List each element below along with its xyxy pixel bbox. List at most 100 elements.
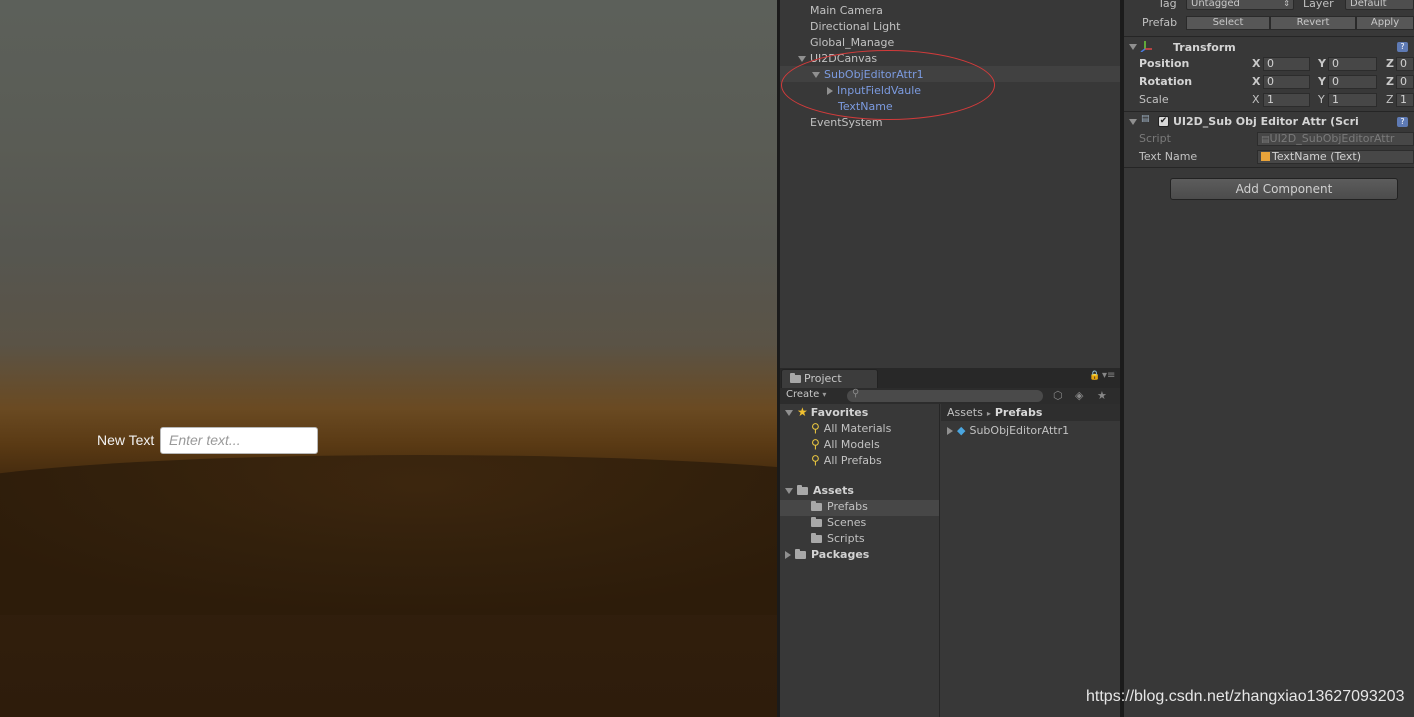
watermark-url: https://blog.csdn.net/zhangxiao136270932… xyxy=(1086,688,1405,705)
script-reference-value: UI2D_SubObjEditorAttr xyxy=(1269,132,1395,145)
expand-arrow-icon[interactable] xyxy=(798,56,806,62)
create-button-label: Create xyxy=(786,389,820,400)
game-input-field[interactable]: Enter text... xyxy=(160,427,318,454)
hierarchy-item-label: SubObjEditorAttr1 xyxy=(824,68,924,81)
hierarchy-item-label: UI2DCanvas xyxy=(810,52,878,65)
position-z-field[interactable]: 0 xyxy=(1396,57,1414,71)
axis-z-label[interactable]: Z xyxy=(1386,93,1394,106)
project-folder-tree: ★ Favorites ⚲ All Materials ⚲ All Models ⚲ A… xyxy=(780,404,940,717)
favorite-star-icon[interactable]: ★ xyxy=(1097,389,1107,402)
game-text-label: New Text xyxy=(97,432,155,448)
axis-y-label[interactable]: Y xyxy=(1318,57,1326,70)
filter-by-type-icon[interactable]: ⬡ xyxy=(1053,389,1063,402)
collapse-arrow-icon[interactable] xyxy=(785,551,791,559)
rotation-label[interactable]: Rotation xyxy=(1139,75,1192,88)
expand-arrow-icon[interactable] xyxy=(785,410,793,416)
hierarchy-item-eventsystem[interactable]: EventSystem xyxy=(810,116,883,129)
transform-title[interactable]: Transform xyxy=(1173,41,1236,54)
hierarchy-item-main-camera[interactable]: Main Camera xyxy=(810,4,883,17)
script-label: Script xyxy=(1139,132,1171,145)
component-enabled-checkbox[interactable]: ✔ xyxy=(1158,116,1169,127)
favorite-all-materials[interactable]: ⚲ All Materials xyxy=(811,421,891,435)
search-icon: ⚲ xyxy=(811,421,820,435)
project-panel: Project 🔒 ▾≡ Create ▾ ⚲ ⬡ ◈ ★ ★ Favorites… xyxy=(780,368,1120,717)
file-item-subobjeditorattr1[interactable]: ◆ SubObjEditorAttr1 xyxy=(947,424,1069,437)
scale-label[interactable]: Scale xyxy=(1139,93,1169,106)
hierarchy-item-directional-light[interactable]: Directional Light xyxy=(810,20,900,33)
rotation-y-field[interactable]: 0 xyxy=(1328,75,1377,89)
expand-arrow-icon[interactable] xyxy=(785,488,793,494)
lock-icon[interactable]: 🔒 xyxy=(1089,371,1100,381)
rotation-x-field[interactable]: 0 xyxy=(1263,75,1310,89)
position-label[interactable]: Position xyxy=(1139,57,1189,70)
breadcrumb-assets[interactable]: Assets xyxy=(947,406,983,419)
collapse-arrow-icon[interactable] xyxy=(827,87,833,95)
folder-scenes[interactable]: Scenes xyxy=(811,516,866,529)
help-book-icon[interactable]: ? xyxy=(1397,42,1408,52)
filter-by-label-icon[interactable]: ◈ xyxy=(1075,389,1083,402)
script-file-icon: ▤ xyxy=(1261,135,1270,145)
axis-y-label[interactable]: Y xyxy=(1318,75,1326,88)
position-y-field[interactable]: 0 xyxy=(1328,57,1377,71)
project-file-list: Assets ▸ Prefabs ◆ SubObjEditorAttr1 xyxy=(941,404,1120,717)
project-toolbar: Create ▾ ⚲ ⬡ ◈ ★ xyxy=(780,388,1120,404)
star-icon: ★ xyxy=(797,405,808,419)
packages-group[interactable]: Packages xyxy=(785,548,869,561)
assets-group[interactable]: Assets xyxy=(785,484,854,497)
hierarchy-item-inputfieldvaule[interactable]: InputFieldVaule xyxy=(827,84,921,97)
breadcrumb-prefabs[interactable]: Prefabs xyxy=(995,406,1043,419)
rotation-z-field[interactable]: 0 xyxy=(1396,75,1414,89)
separator xyxy=(1124,36,1414,37)
project-search-input[interactable]: ⚲ xyxy=(847,388,1043,402)
favorite-all-models[interactable]: ⚲ All Models xyxy=(811,437,880,451)
expand-arrow-icon[interactable] xyxy=(812,72,820,78)
axis-y-label[interactable]: Y xyxy=(1318,93,1325,106)
axis-x-label[interactable]: X xyxy=(1252,75,1260,88)
script-component-title[interactable]: UI2D_Sub Obj Editor Attr (Scri xyxy=(1173,115,1359,128)
axis-z-label[interactable]: Z xyxy=(1386,57,1394,70)
favorite-label: All Models xyxy=(823,438,880,451)
script-reference-field: ▤UI2D_SubObjEditorAttr xyxy=(1257,132,1414,146)
folder-scripts[interactable]: Scripts xyxy=(811,532,865,545)
folder-icon xyxy=(811,517,822,527)
textname-reference-field[interactable]: TextName (Text) xyxy=(1257,150,1414,164)
folder-prefabs[interactable]: Prefabs xyxy=(811,500,868,513)
hierarchy-item-subobjeditorattr1[interactable]: SubObjEditorAttr1 xyxy=(812,68,924,81)
fold-arrow-icon[interactable] xyxy=(1129,119,1137,125)
prefab-apply-button[interactable]: Apply xyxy=(1356,16,1414,30)
favorites-group[interactable]: ★ Favorites xyxy=(785,405,868,419)
position-x-field[interactable]: 0 xyxy=(1263,57,1310,71)
hierarchy-item-global-manage[interactable]: Global_Manage xyxy=(810,36,894,49)
tag-dropdown[interactable]: Untagged ⇕ xyxy=(1186,0,1294,10)
axis-x-label[interactable]: X xyxy=(1252,93,1260,106)
panel-menu-icon[interactable]: ▾≡ xyxy=(1102,370,1115,381)
script-file-icon: ▤ xyxy=(1141,114,1150,124)
prefab-select-button[interactable]: Select xyxy=(1186,16,1270,30)
fold-arrow-icon[interactable] xyxy=(1129,44,1137,50)
layer-dropdown[interactable]: Default xyxy=(1345,0,1414,10)
assets-label: Assets xyxy=(813,484,854,497)
collapse-arrow-icon[interactable] xyxy=(947,427,953,435)
hierarchy-item-label: InputFieldVaule xyxy=(837,84,922,97)
tag-label: Tag xyxy=(1158,0,1177,10)
hierarchy-item-ui2dcanvas[interactable]: UI2DCanvas xyxy=(798,52,877,65)
scale-y-field[interactable]: 1 xyxy=(1328,93,1377,107)
axis-x-label[interactable]: X xyxy=(1252,57,1260,70)
prefab-revert-button[interactable]: Revert xyxy=(1270,16,1356,30)
tab-project[interactable]: Project xyxy=(781,369,878,388)
breadcrumb-separator-icon: ▸ xyxy=(986,409,991,418)
separator xyxy=(1124,111,1414,112)
folder-label: Scenes xyxy=(827,516,867,529)
axis-z-label[interactable]: Z xyxy=(1386,75,1394,88)
add-component-button[interactable]: Add Component xyxy=(1170,178,1398,200)
help-book-icon[interactable]: ? xyxy=(1397,117,1408,127)
favorite-all-prefabs[interactable]: ⚲ All Prefabs xyxy=(811,453,882,467)
scale-x-field[interactable]: 1 xyxy=(1263,93,1310,107)
scale-z-field[interactable]: 1 xyxy=(1396,93,1414,107)
dropdown-arrows-icon: ⇕ xyxy=(1283,0,1290,8)
hierarchy-item-textname[interactable]: TextName xyxy=(838,100,893,113)
create-button[interactable]: Create ▾ xyxy=(786,389,826,400)
folder-icon xyxy=(790,373,801,383)
hierarchy-panel: Main Camera Directional Light Global_Man… xyxy=(780,0,1120,368)
game-view: New Text Enter text... xyxy=(0,0,777,717)
